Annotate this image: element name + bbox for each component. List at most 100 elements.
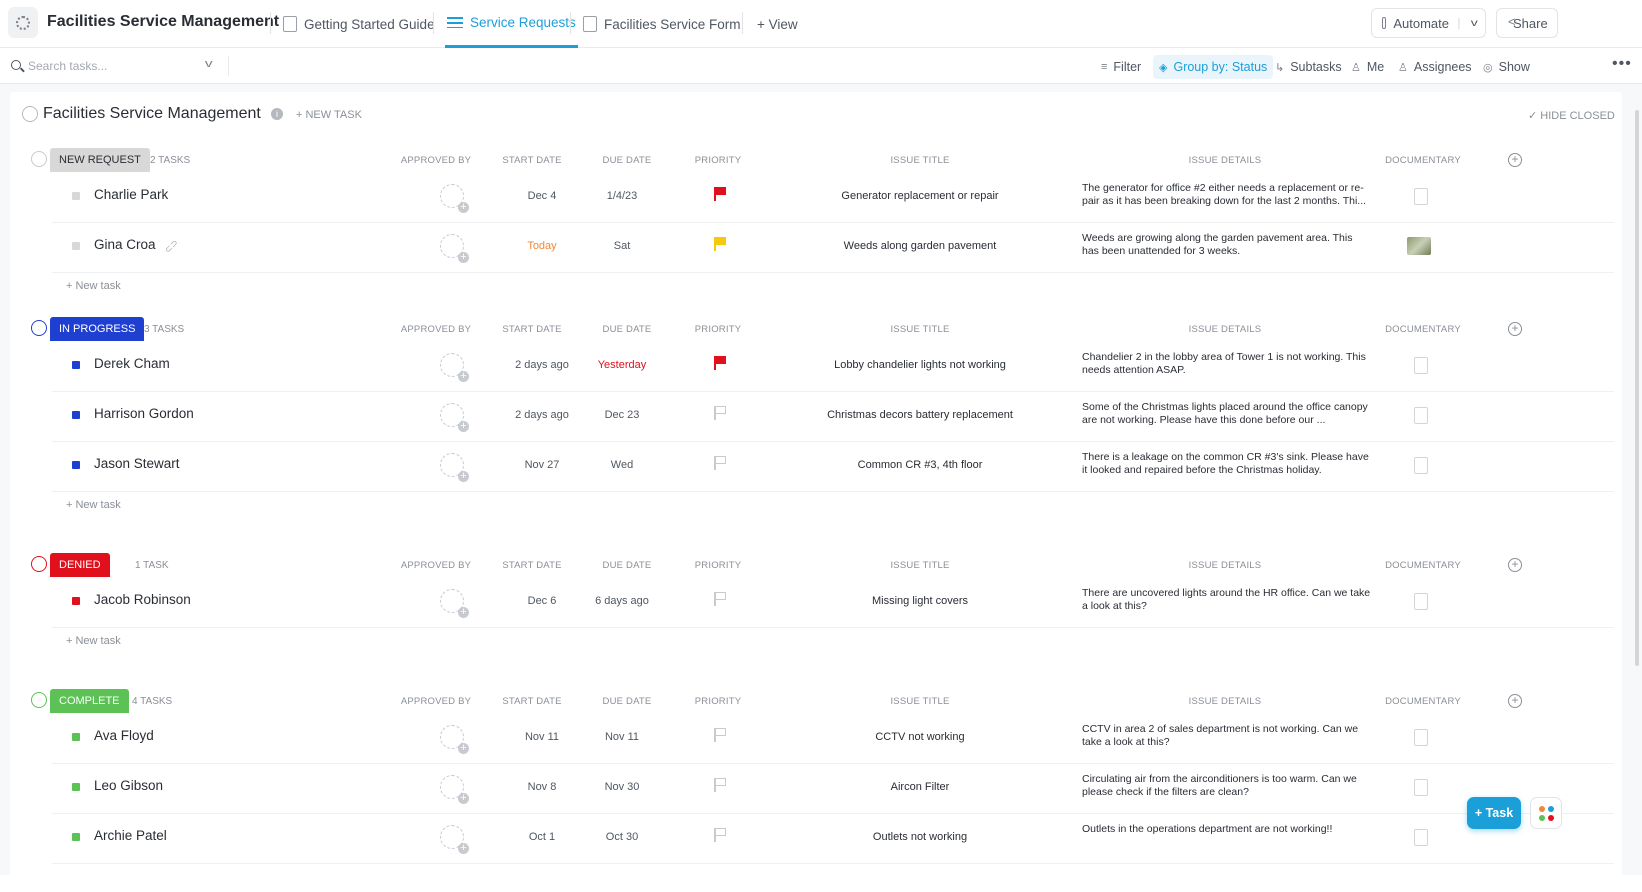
file-icon[interactable]	[1414, 593, 1428, 610]
column-header[interactable]: DUE DATE	[592, 560, 662, 571]
column-header[interactable]: PRIORITY	[688, 324, 748, 335]
column-header[interactable]: DOCUMENTARY	[1383, 324, 1463, 335]
task-row[interactable]: Leo Gibson Nov 8 Nov 30 Aircon Filter Circul…	[52, 762, 1614, 814]
task-row[interactable]: Ava Floyd Nov 11 Nov 11 CCTV not working CCT…	[52, 712, 1614, 764]
task-name[interactable]: Jason Stewart	[94, 456, 180, 471]
priority-flag-icon[interactable]	[714, 828, 728, 844]
status-square[interactable]	[72, 361, 80, 369]
search-input[interactable]	[28, 57, 208, 75]
column-header[interactable]: ISSUE DETAILS	[1180, 155, 1270, 166]
assignee-avatar[interactable]	[440, 775, 469, 804]
chevron-down-icon[interactable]: v	[1458, 17, 1478, 29]
file-icon[interactable]	[1414, 729, 1428, 746]
collapse-list-icon[interactable]	[22, 106, 38, 122]
priority-flag-icon[interactable]	[714, 728, 728, 744]
task-name[interactable]: Archie Patel	[94, 828, 167, 843]
add-view-button[interactable]: + View	[757, 0, 798, 48]
task-row[interactable]: Jason Stewart Nov 27 Wed Common CR #3, 4th …	[52, 440, 1614, 492]
column-header[interactable]: PRIORITY	[688, 560, 748, 571]
collapse-group-icon[interactable]	[31, 556, 47, 572]
status-square[interactable]	[72, 833, 80, 841]
collapse-group-icon[interactable]	[31, 151, 47, 167]
file-icon[interactable]	[1414, 829, 1428, 846]
file-icon[interactable]	[1414, 407, 1428, 424]
start-date[interactable]: 2 days ago	[507, 409, 577, 421]
file-icon[interactable]	[1414, 188, 1428, 205]
column-header[interactable]: APPROVED BY	[396, 696, 476, 707]
column-header[interactable]: DUE DATE	[592, 155, 662, 166]
status-badge[interactable]: NEW REQUEST	[50, 148, 150, 172]
add-column-icon[interactable]: +	[1508, 322, 1522, 336]
assignees-button[interactable]: ♙ Assignees	[1398, 58, 1472, 76]
due-date[interactable]: Oct 30	[587, 831, 657, 843]
issue-title[interactable]: CCTV not working	[800, 731, 1040, 743]
subtasks-button[interactable]: ↳ Subtasks	[1275, 58, 1342, 76]
filter-button[interactable]: ≡ Filter	[1101, 58, 1141, 76]
start-date[interactable]: Nov 27	[507, 459, 577, 471]
column-header[interactable]: ISSUE TITLE	[880, 560, 960, 571]
new-task-button[interactable]: + New task	[66, 635, 121, 647]
status-badge[interactable]: COMPLETE	[50, 689, 129, 713]
priority-flag-icon[interactable]	[714, 592, 728, 608]
column-header[interactable]: PRIORITY	[688, 696, 748, 707]
issue-details[interactable]: Chandelier 2 in the lobby area of Tower …	[1082, 351, 1372, 377]
issue-details[interactable]: The generator for office #2 either needs…	[1082, 182, 1372, 208]
issue-title[interactable]: Aircon Filter	[800, 781, 1040, 793]
task-name[interactable]: Ava Floyd	[94, 728, 154, 743]
due-date[interactable]: 6 days ago	[587, 595, 657, 607]
image-thumbnail[interactable]	[1407, 237, 1431, 255]
priority-flag-icon[interactable]	[714, 356, 728, 372]
issue-details[interactable]: There is a leakage on the common CR #3's…	[1082, 451, 1372, 477]
priority-flag-icon[interactable]	[714, 406, 728, 422]
add-column-icon[interactable]: +	[1508, 153, 1522, 167]
add-column-icon[interactable]: +	[1508, 558, 1522, 572]
status-square[interactable]	[72, 783, 80, 791]
status-square[interactable]	[72, 461, 80, 469]
task-row[interactable]: Charlie Park Dec 4 1/4/23 Generator replace…	[52, 171, 1614, 223]
start-date[interactable]: Today	[507, 240, 577, 252]
issue-details[interactable]: CCTV in area 2 of sales department is no…	[1082, 723, 1372, 749]
assignee-avatar[interactable]	[440, 825, 469, 854]
status-square[interactable]	[72, 597, 80, 605]
tab-service-requests[interactable]: Service Requests	[445, 0, 578, 48]
priority-flag-icon[interactable]	[714, 237, 728, 253]
column-header[interactable]: ISSUE DETAILS	[1180, 560, 1270, 571]
priority-flag-icon[interactable]	[714, 778, 728, 794]
priority-flag-icon[interactable]	[714, 187, 728, 203]
status-badge[interactable]: IN PROGRESS	[50, 317, 145, 341]
task-row[interactable]: Jacob Robinson Dec 6 6 days ago Missing lig…	[52, 576, 1614, 628]
file-icon[interactable]	[1414, 457, 1428, 474]
file-icon[interactable]	[1414, 779, 1428, 796]
assignee-avatar[interactable]	[440, 353, 469, 382]
status-square[interactable]	[72, 242, 80, 250]
issue-details[interactable]: Weeds are growing along the garden pavem…	[1082, 232, 1372, 258]
column-header[interactable]: START DATE	[497, 560, 567, 571]
task-name[interactable]: Leo Gibson	[94, 778, 163, 793]
show-button[interactable]: ◎ Show	[1483, 58, 1530, 76]
column-header[interactable]: APPROVED BY	[396, 324, 476, 335]
column-header[interactable]: DUE DATE	[592, 324, 662, 335]
hide-closed-button[interactable]: ✓ HIDE CLOSED	[1528, 109, 1615, 122]
status-square[interactable]	[72, 733, 80, 741]
task-row[interactable]: Gina Croa ⊂⊃ Today Sat Weeds along garden pa…	[52, 221, 1614, 273]
issue-title[interactable]: Weeds along garden pavement	[800, 240, 1040, 252]
task-name[interactable]: Gina Croa ⊂⊃	[94, 237, 180, 255]
column-header[interactable]: ISSUE TITLE	[880, 155, 960, 166]
status-square[interactable]	[72, 411, 80, 419]
issue-title[interactable]: Missing light covers	[800, 595, 1040, 607]
tab-getting-started-guide[interactable]: Getting Started Guide	[283, 0, 435, 48]
task-name[interactable]: Derek Cham	[94, 356, 170, 371]
assignee-avatar[interactable]	[440, 589, 469, 618]
column-header[interactable]: START DATE	[497, 155, 567, 166]
column-header[interactable]: DUE DATE	[592, 696, 662, 707]
assignee-avatar[interactable]	[440, 453, 469, 482]
column-header[interactable]: START DATE	[497, 696, 567, 707]
group-by-button[interactable]: ◈ Group by: Status	[1153, 55, 1274, 79]
column-header[interactable]: DOCUMENTARY	[1383, 560, 1463, 571]
start-date[interactable]: Nov 8	[507, 781, 577, 793]
due-date[interactable]: Dec 23	[587, 409, 657, 421]
column-header[interactable]: ISSUE DETAILS	[1180, 696, 1270, 707]
column-header[interactable]: PRIORITY	[688, 155, 748, 166]
task-row[interactable]: Archie Patel Oct 1 Oct 30 Outlets not worki…	[52, 812, 1614, 864]
me-button[interactable]: ♙ Me	[1351, 58, 1384, 76]
